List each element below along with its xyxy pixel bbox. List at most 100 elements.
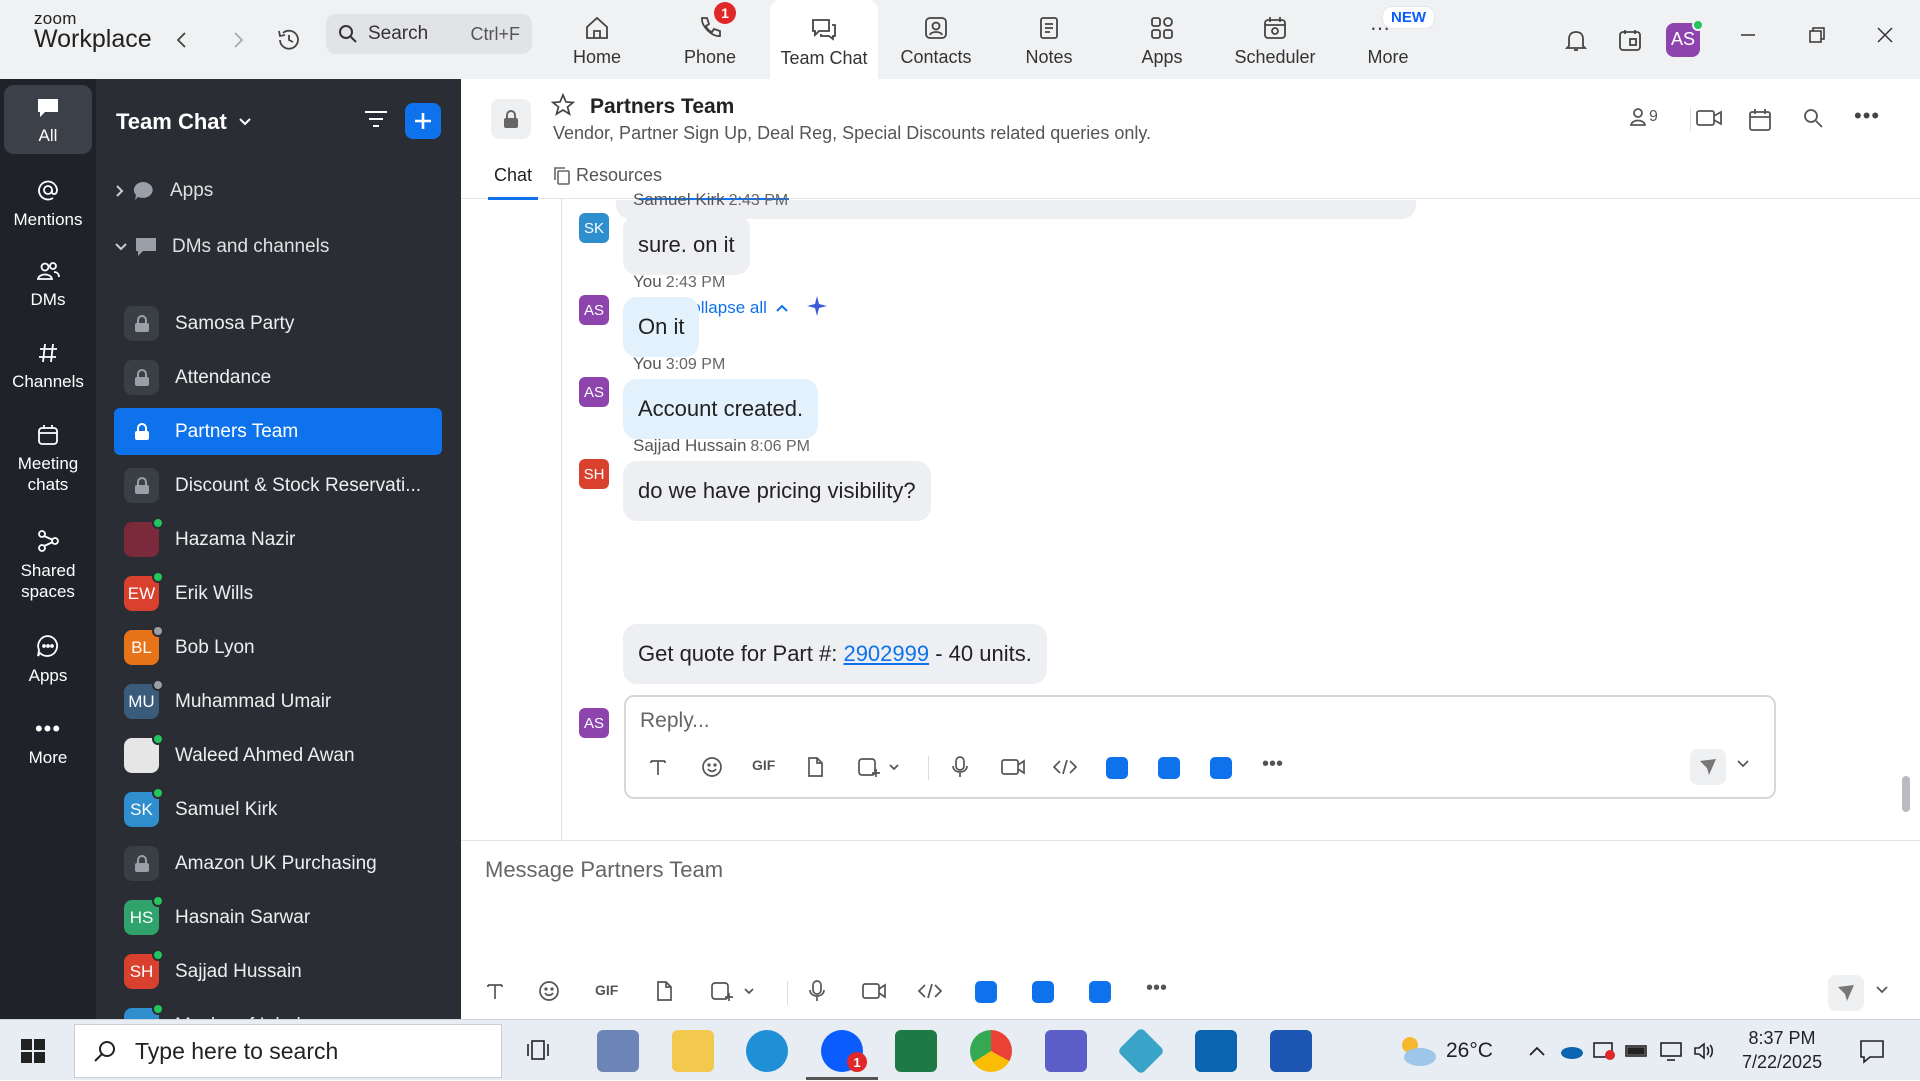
video-meeting-button[interactable]	[1695, 107, 1723, 129]
start-button[interactable]	[20, 1038, 46, 1064]
outlook-app[interactable]	[1195, 1030, 1237, 1072]
weather-widget[interactable]: 26°C	[1396, 1020, 1493, 1081]
rail-item-meeting-chats[interactable]: Meeting chats	[4, 423, 92, 496]
clock[interactable]: 8:37 PM 7/22/2025	[1742, 1020, 1822, 1081]
voice-message-button[interactable]	[807, 979, 827, 1003]
sidebar-item[interactable]: Hazama Nazir	[114, 516, 442, 563]
sidebar-item[interactable]: MU Muhammad Umair	[114, 678, 442, 725]
app-shortcut-1[interactable]	[1106, 757, 1128, 779]
send-reply-button[interactable]	[1690, 749, 1726, 785]
rail-item-more[interactable]: ••• More	[4, 715, 92, 768]
forward-button[interactable]	[224, 0, 252, 79]
taskbar-search[interactable]: Type here to search	[74, 1024, 502, 1078]
code-snippet-button[interactable]	[1052, 757, 1078, 777]
emoji-button[interactable]	[537, 979, 561, 1003]
app-shortcut-3[interactable]	[1210, 757, 1232, 779]
notification-center-button[interactable]	[1858, 1038, 1886, 1064]
message-author[interactable]: You	[633, 272, 662, 291]
message-author[interactable]: Sajjad Hussain	[633, 436, 746, 455]
sidebar-item[interactable]: SH Sajjad Hussain	[114, 948, 442, 995]
system-tray[interactable]	[1528, 1020, 1716, 1081]
task-view-button[interactable]	[524, 1036, 554, 1066]
send-options-button[interactable]	[1736, 759, 1750, 769]
calculator-app[interactable]	[597, 1030, 639, 1072]
sidebar-title[interactable]: Team Chat	[116, 109, 253, 135]
channel-title[interactable]: Partners Team	[590, 95, 734, 119]
sidebar-item[interactable]: Amazon UK Purchasing	[114, 840, 442, 887]
format-text-button[interactable]	[648, 757, 668, 777]
voice-message-button[interactable]	[950, 755, 970, 779]
emoji-button[interactable]	[700, 755, 724, 779]
file-explorer-app[interactable]	[672, 1030, 714, 1072]
tab-team-chat[interactable]: Team Chat	[770, 0, 878, 80]
sidebar-item[interactable]: SK Samuel Kirk	[114, 786, 442, 833]
minimize-button[interactable]	[1733, 20, 1763, 50]
notifications-button[interactable]	[1560, 0, 1592, 79]
app-shortcut-2[interactable]	[1032, 981, 1054, 1003]
app-shortcut-1[interactable]	[975, 981, 997, 1003]
close-button[interactable]	[1870, 20, 1900, 50]
tab-apps[interactable]: Apps	[1108, 0, 1216, 79]
message-author[interactable]: You	[633, 354, 662, 373]
app-shortcut-3[interactable]	[1089, 981, 1111, 1003]
send-options-button[interactable]	[1875, 985, 1889, 995]
new-chat-button[interactable]	[405, 103, 441, 139]
global-search-input[interactable]: Search Ctrl+F	[326, 14, 532, 54]
send-button[interactable]	[1828, 975, 1864, 1011]
restore-button[interactable]	[1802, 20, 1832, 50]
rail-item-mentions[interactable]: Mentions	[4, 177, 92, 230]
sidebar-item[interactable]: Partners Team	[114, 408, 442, 455]
sidebar-item[interactable]: Samosa Party	[114, 300, 442, 347]
rail-item-dms[interactable]: DMs	[4, 259, 92, 310]
sidebar-item[interactable]: MIMusharaf Iqbal	[114, 1002, 442, 1019]
gif-button[interactable]: GIF	[595, 982, 618, 998]
tab-chat[interactable]: Chat	[487, 165, 539, 200]
video-message-button[interactable]	[1000, 756, 1026, 778]
history-button[interactable]	[274, 0, 304, 79]
app-shortcut-2[interactable]	[1158, 757, 1180, 779]
profile-avatar-button[interactable]: AS	[1665, 0, 1704, 79]
rail-item-channels[interactable]: Channels	[4, 341, 92, 392]
tab-phone[interactable]: Phone 1	[656, 0, 764, 79]
schedule-meeting-button[interactable]	[1747, 107, 1773, 133]
channel-composer[interactable]: Message Partners Team GIF •••	[461, 840, 1920, 1020]
excel-app[interactable]	[895, 1030, 937, 1072]
screenshot-button[interactable]	[856, 755, 900, 779]
message-author[interactable]: Samuel Kirk	[633, 190, 725, 209]
tab-contacts[interactable]: Contacts	[882, 0, 990, 79]
rail-item-shared-spaces[interactable]: Shared spaces	[4, 528, 92, 603]
section-dms-and-channels[interactable]: DMs and channels	[114, 236, 329, 258]
more-tools-button[interactable]: •••	[1262, 753, 1283, 776]
zoom-app[interactable]: 1	[821, 1030, 867, 1072]
screenshot-button[interactable]	[709, 979, 755, 1003]
format-text-button[interactable]	[485, 981, 505, 1001]
gif-button[interactable]: GIF	[752, 757, 775, 773]
tab-resources[interactable]: Resources	[552, 165, 662, 186]
code-snippet-button[interactable]	[917, 981, 943, 1001]
edge-app[interactable]	[746, 1030, 788, 1072]
video-message-button[interactable]	[861, 980, 887, 1002]
search-in-chat-button[interactable]	[1802, 107, 1824, 129]
message-avatar[interactable]: SH	[579, 459, 609, 489]
tab-scheduler[interactable]: Scheduler	[1221, 0, 1329, 79]
sidebar-item[interactable]: BL Bob Lyon	[114, 624, 442, 671]
sidebar-item[interactable]: Discount & Stock Reservati...	[114, 462, 442, 509]
attach-file-button[interactable]	[804, 755, 826, 779]
chrome-app[interactable]	[970, 1030, 1012, 1072]
section-apps[interactable]: Apps	[114, 180, 213, 202]
word-app[interactable]	[1270, 1030, 1312, 1072]
thread-scrollbar[interactable]	[1902, 776, 1910, 812]
ai-summary-button[interactable]	[806, 295, 828, 317]
message-avatar[interactable]: SK	[579, 213, 609, 243]
message-avatar[interactable]: AS	[579, 295, 609, 325]
rail-item-apps[interactable]: Apps	[4, 633, 92, 686]
calendar-button[interactable]	[1614, 0, 1646, 79]
more-tools-button[interactable]: •••	[1146, 977, 1167, 1000]
more-options-button[interactable]: •••	[1854, 103, 1880, 129]
filter-button[interactable]	[363, 107, 393, 137]
thread-reply-box[interactable]: Reply... GIF •••	[624, 695, 1776, 799]
sidebar-item[interactable]: Attendance	[114, 354, 442, 401]
sidebar-item[interactable]: Waleed Ahmed Awan	[114, 732, 442, 779]
star-button[interactable]	[550, 92, 577, 119]
attach-file-button[interactable]	[653, 979, 675, 1003]
